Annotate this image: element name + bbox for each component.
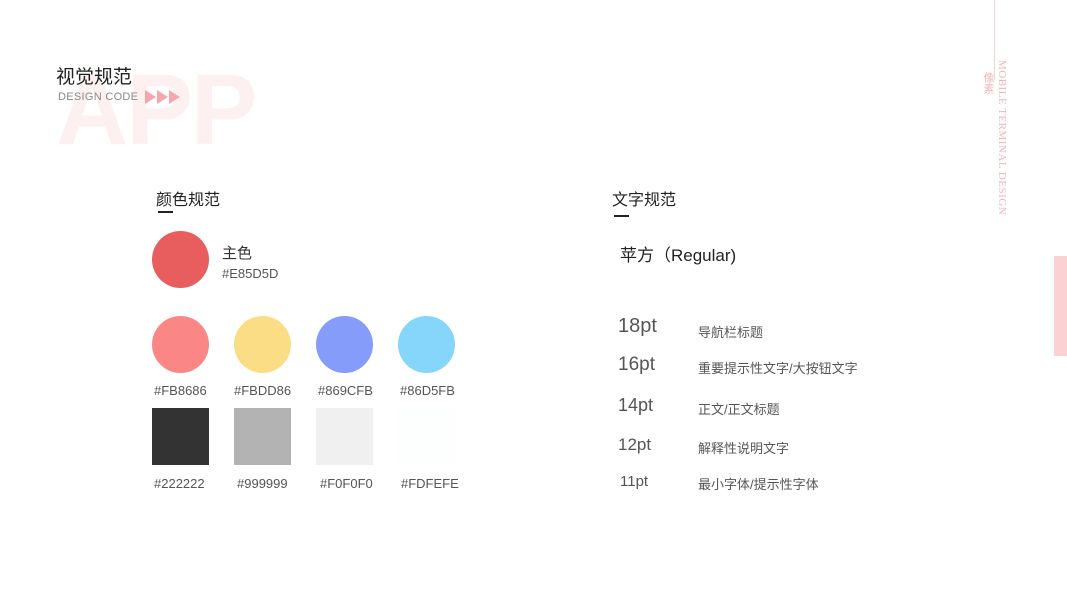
color-swatch-hex: #86D5FB	[400, 383, 455, 398]
color-swatch-circle	[152, 316, 209, 373]
font-size-label: 11pt	[620, 473, 649, 490]
font-size-label: 16pt	[618, 354, 655, 375]
font-size-label: 12pt	[618, 435, 652, 454]
primary-color-name: 主色	[222, 245, 253, 262]
primary-color-hex: #E85D5D	[222, 266, 279, 281]
typography-section-title: 文字规范	[612, 192, 677, 209]
triple-arrow-icon	[145, 90, 180, 104]
color-swatch-square	[152, 408, 209, 465]
font-size-description: 最小字体/提示性字体	[698, 477, 819, 492]
color-section-title: 颜色规范	[156, 192, 221, 209]
primary-color-swatch	[152, 231, 209, 288]
color-swatch-circle	[234, 316, 291, 373]
color-swatch-hex: #869CFB	[318, 383, 373, 398]
font-size-description: 解释性说明文字	[698, 441, 790, 456]
font-size-label: 18pt	[618, 315, 657, 337]
color-swatch-square	[234, 408, 291, 465]
color-swatch-hex: #FDFEFE	[401, 476, 459, 491]
color-swatch-circle	[316, 316, 373, 373]
color-swatch-hex: #F0F0F0	[320, 476, 373, 491]
color-swatch-hex: #222222	[154, 476, 205, 491]
vertical-divider	[994, 0, 995, 80]
color-swatch-hex: #999999	[237, 476, 288, 491]
font-size-description: 重要提示性文字/大按钮文字	[698, 361, 858, 376]
typography-section-underline	[614, 215, 629, 217]
color-swatch-circle	[398, 316, 455, 373]
page-subtitle: DESIGN CODE	[58, 91, 139, 103]
font-size-description: 正文/正文标题	[698, 402, 780, 417]
color-swatch-square	[316, 408, 373, 465]
font-size-label: 14pt	[618, 395, 654, 415]
color-section-underline	[158, 211, 173, 213]
color-swatch-hex: #FB8686	[154, 383, 207, 398]
font-family-name: 苹方（Regular)	[620, 246, 737, 265]
side-accent-bar	[1054, 256, 1067, 356]
font-size-description: 导航栏标题	[698, 325, 764, 340]
page-title: 视觉规范	[56, 67, 133, 88]
color-swatch-square	[398, 408, 455, 465]
vertical-caption-cn: 像素	[982, 72, 994, 94]
color-swatch-hex: #FBDD86	[234, 383, 292, 398]
vertical-caption: MOBILE TERMINAL DESIGN	[996, 60, 1008, 216]
